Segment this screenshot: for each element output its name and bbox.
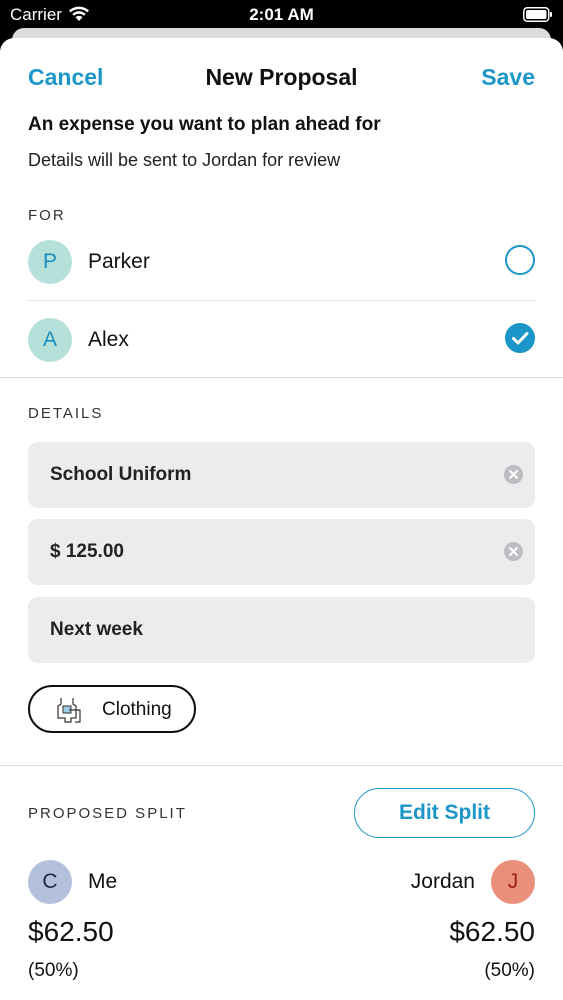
category-label: Clothing	[102, 699, 172, 720]
row-divider	[28, 300, 535, 301]
for-section-label: FOR	[28, 207, 66, 224]
avatar: J	[491, 860, 535, 904]
proposal-description: Details will be sent to Jordan for revie…	[28, 150, 341, 170]
section-divider	[0, 765, 563, 766]
person-row-alex[interactable]: A Alex	[28, 318, 535, 380]
details-section-label: DETAILS	[28, 405, 104, 422]
category-button[interactable]: Clothing	[28, 685, 196, 733]
split-name: Jordan	[410, 870, 475, 893]
status-time: 2:01 AM	[249, 5, 314, 24]
split-percent: (50%)	[28, 960, 79, 981]
screen: Carrier 2:01 AM Cancel New Proposal Save…	[0, 0, 563, 1000]
split-me: C Me $62.50 (50%)	[28, 860, 228, 990]
expense-name-field[interactable]: School Uniform	[28, 442, 535, 508]
expense-name-value: School Uniform	[50, 464, 192, 485]
edit-split-button[interactable]: Edit Split	[354, 788, 535, 838]
section-divider	[0, 377, 563, 378]
person-name: Alex	[88, 328, 129, 351]
proposal-sheet: Cancel New Proposal Save An expense you …	[0, 38, 563, 1000]
amount-value: $ 125.00	[50, 541, 124, 562]
save-button[interactable]: Save	[481, 64, 535, 91]
split-section-label: PROPOSED SPLIT	[28, 805, 187, 822]
clothing-icon	[57, 698, 81, 723]
checkmark-icon	[512, 332, 529, 345]
avatar: A	[28, 318, 72, 362]
status-bar: Carrier 2:01 AM	[0, 0, 563, 30]
split-amount: $62.50	[449, 916, 535, 947]
split-name: Me	[88, 870, 118, 893]
split-amount: $62.50	[28, 916, 114, 947]
nav-bar: Cancel New Proposal Save	[0, 38, 563, 118]
amount-field[interactable]: $ 125.00	[28, 519, 535, 585]
radio-selected[interactable]	[505, 323, 535, 353]
date-field[interactable]: Next week	[28, 597, 535, 663]
clear-icon[interactable]	[504, 542, 523, 561]
battery-icon	[523, 7, 552, 22]
avatar: P	[28, 240, 72, 284]
avatar: C	[28, 860, 72, 904]
split-percent: (50%)	[484, 960, 535, 981]
proposal-subtitle: An expense you want to plan ahead for	[28, 114, 381, 135]
split-jordan: J Jordan $62.50 (50%)	[335, 860, 535, 990]
person-row-parker[interactable]: P Parker	[28, 240, 535, 302]
date-value: Next week	[50, 619, 143, 640]
page-title: New Proposal	[205, 64, 358, 90]
person-name: Parker	[88, 250, 150, 273]
clear-icon[interactable]	[504, 465, 523, 484]
radio-unselected[interactable]	[505, 245, 535, 275]
